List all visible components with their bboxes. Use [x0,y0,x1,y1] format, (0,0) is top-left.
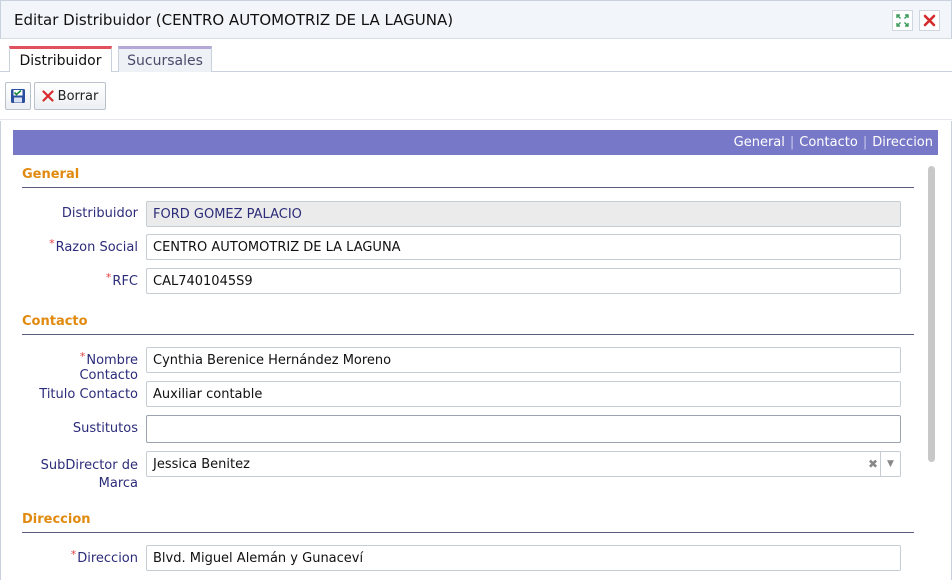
distribuidor-field: FORD GOMEZ PALACIO [146,201,901,227]
section-header-contacto: Contacto [22,314,914,335]
tab-distribuidor[interactable]: Distribuidor [9,46,112,73]
label-nombre-contacto: *Nombre Contacto [79,350,138,383]
nav-separator: | [862,135,868,150]
chevron-down-icon[interactable]: ▼ [880,452,900,476]
label-titulo-contacto: Titulo Contacto [39,387,138,402]
label-sustitutos: Sustitutos [72,421,138,436]
section-navbar: General | Contacto | Direccion [13,130,938,155]
close-button[interactable] [919,10,940,31]
titulo-contacto-input[interactable]: Auxiliar contable [146,381,901,407]
window-title: Editar Distribuidor (CENTRO AUTOMOTRIZ D… [14,11,454,29]
delete-x-icon [42,90,54,102]
tab-strip: Distribuidor Sucursales [0,39,952,73]
label-rfc: *RFC [105,271,138,289]
sustitutos-input[interactable] [146,415,901,443]
nav-separator: | [789,135,795,150]
label-subdirector: SubDirector de Marca [40,458,138,491]
delete-button-label: Borrar [57,88,99,104]
nav-link-contacto[interactable]: Contacto [799,135,858,150]
label-direccion: *Direccion [70,548,138,566]
required-marker: * [49,237,55,250]
delete-button[interactable]: Borrar [34,82,106,110]
tab-sucursales[interactable]: Sucursales [118,46,212,72]
window-titlebar: Editar Distribuidor (CENTRO AUTOMOTRIZ D… [0,0,952,39]
label-razon-social: *Razon Social [49,237,138,255]
nav-link-direccion[interactable]: Direccion [872,135,933,150]
section-header-general: General [22,167,914,188]
required-marker: * [79,350,86,363]
required-marker: * [70,548,77,561]
subdirector-select[interactable]: Jessica Benitez ✖ ▼ [146,451,901,477]
maximize-icon [896,14,909,27]
toolbar: Borrar [0,72,952,120]
direccion-input[interactable]: Blvd. Miguel Alemán y Gunaceví [146,545,901,571]
save-icon [11,89,25,103]
save-button[interactable] [5,82,31,110]
scrollbar-thumb[interactable] [928,166,935,462]
clear-icon[interactable]: ✖ [868,457,878,471]
rfc-input[interactable]: CAL7401045S9 [146,268,901,294]
section-header-direccion: Direccion [22,512,914,533]
label-distribuidor: Distribuidor [61,206,138,221]
subdirector-selected-value: Jessica Benitez [153,457,250,472]
required-marker: * [105,271,112,284]
nav-link-general[interactable]: General [734,135,785,150]
nombre-contacto-input[interactable]: Cynthia Berenice Hernández Moreno [146,347,901,373]
scrollbar[interactable] [927,164,937,580]
maximize-button[interactable] [892,10,913,31]
razon-social-input[interactable]: CENTRO AUTOMOTRIZ DE LA LAGUNA [146,234,901,260]
close-icon [923,14,936,27]
